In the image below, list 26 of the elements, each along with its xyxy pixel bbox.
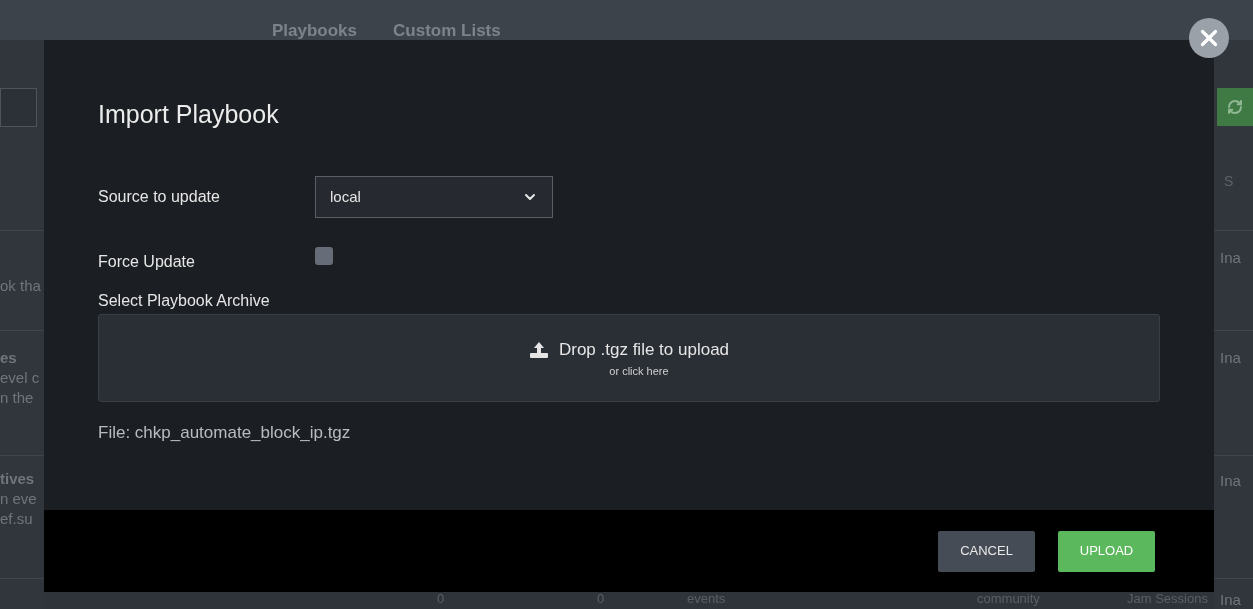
table-cell: Ina: [1220, 591, 1241, 608]
table-cell-text: evel c: [0, 368, 41, 388]
cancel-button[interactable]: CANCEL: [938, 530, 1035, 572]
field-label: Source to update: [98, 187, 221, 207]
table-cell-text: ok tha: [0, 276, 42, 296]
search-field[interactable]: [0, 88, 37, 127]
field-label: Select Playbook Archive: [98, 291, 271, 311]
file-drop-zone[interactable]: Drop .tgz file to upload or click here: [98, 314, 1160, 402]
table-cell-text: n the: [0, 388, 35, 408]
table-cell-text: es: [0, 348, 18, 368]
upload-icon: [528, 340, 549, 359]
refresh-icon: [1227, 99, 1243, 115]
table-cell-text: n eve: [0, 489, 38, 509]
file-name-text: File: chkp_automate_block_ip.tgz: [98, 422, 352, 444]
refresh-button[interactable]: [1217, 88, 1253, 126]
table-cell-text: ef.su: [0, 509, 34, 529]
dialog-title: Import Playbook: [98, 99, 280, 130]
field-label: Force Update: [98, 252, 196, 272]
table-cell: Ina: [1220, 249, 1241, 266]
force-update-checkbox[interactable]: [315, 247, 333, 265]
drop-text: Drop .tgz file to upload: [558, 339, 730, 361]
drop-hint: or click here: [609, 363, 669, 379]
table-cell-text: tives: [0, 469, 36, 489]
source-select[interactable]: local: [315, 176, 553, 218]
table-cell: Ina: [1220, 349, 1241, 366]
table-cell: Ina: [1220, 472, 1241, 489]
